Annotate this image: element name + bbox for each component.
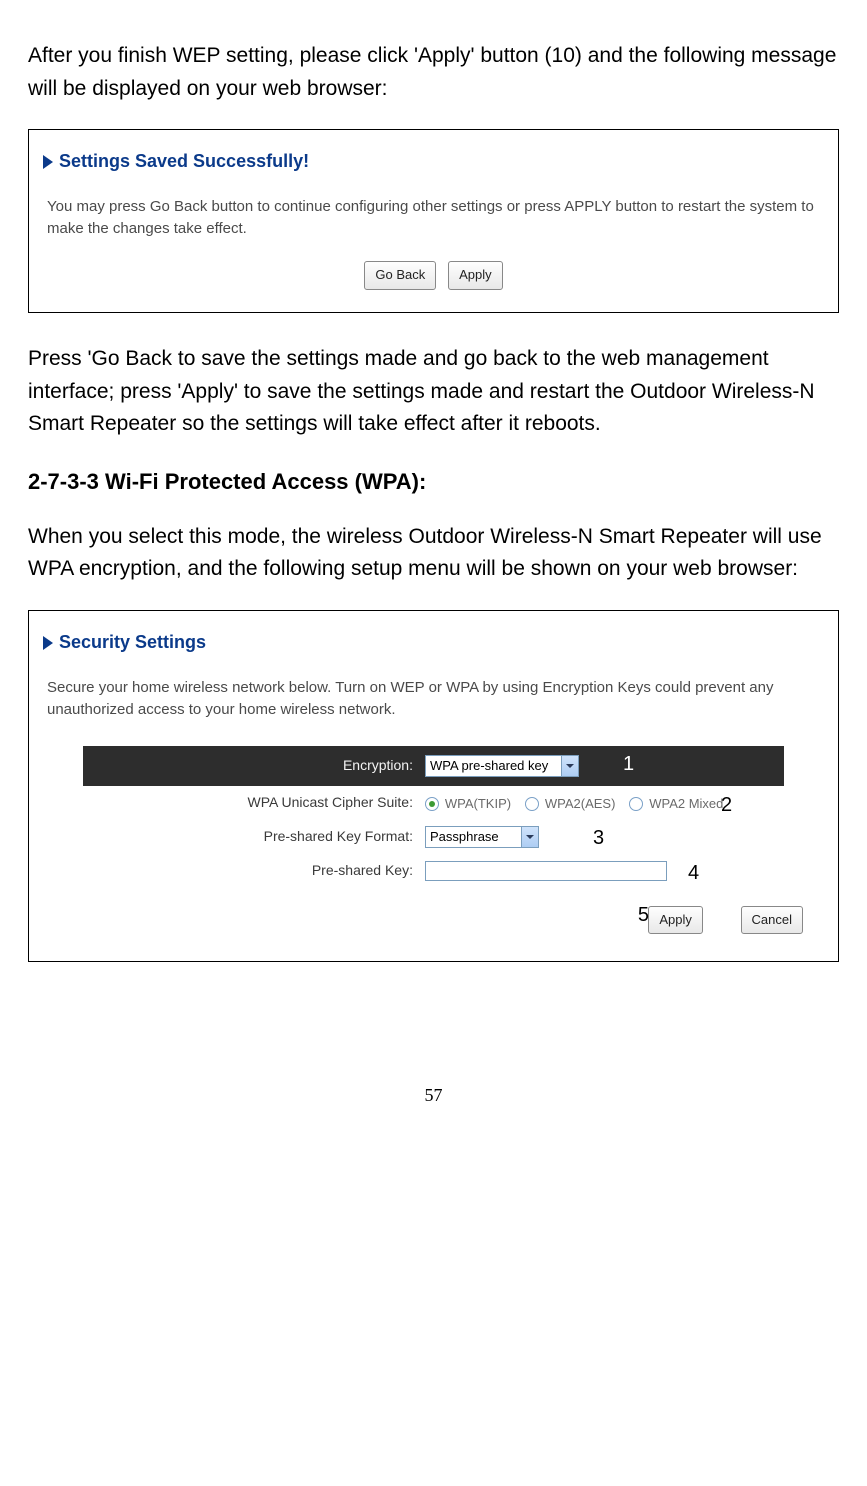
key-row: Pre-shared Key: 4 bbox=[83, 854, 784, 888]
encryption-row: Encryption: WPA pre-shared key 1 bbox=[83, 746, 784, 786]
callout-4: 4 bbox=[688, 858, 699, 889]
encryption-value: WPA pre-shared key bbox=[430, 756, 548, 776]
format-row: Pre-shared Key Format: Passphrase 3 bbox=[83, 820, 784, 854]
box2-text: Secure your home wireless network below.… bbox=[43, 677, 824, 721]
action-row: 5 Apply Cancel bbox=[43, 888, 824, 935]
radio-aes-label: WPA2(AES) bbox=[545, 796, 616, 811]
encryption-label: Encryption: bbox=[83, 755, 425, 777]
box1-title: Settings Saved Successfully! bbox=[59, 148, 309, 176]
key-label: Pre-shared Key: bbox=[83, 860, 425, 882]
p2: When you select this mode, the wireless … bbox=[28, 521, 839, 586]
radio-tkip[interactable] bbox=[425, 797, 439, 811]
callout-1: 1 bbox=[623, 749, 634, 780]
radio-aes[interactable] bbox=[525, 797, 539, 811]
page-number: 57 bbox=[28, 1082, 839, 1110]
box1-button-row: Go Back Apply bbox=[43, 257, 824, 290]
security-settings-box: Security Settings Secure your home wirel… bbox=[28, 610, 839, 962]
box1-header: Settings Saved Successfully! bbox=[43, 148, 824, 176]
cipher-options: WPA(TKIP) WPA2(AES) WPA2 Mixed bbox=[425, 792, 733, 814]
arrow-right-icon bbox=[43, 636, 53, 650]
apply-button[interactable]: Apply bbox=[448, 261, 503, 289]
radio-mixed[interactable] bbox=[629, 797, 643, 811]
callout-3: 3 bbox=[593, 823, 604, 854]
go-back-button[interactable]: Go Back bbox=[364, 261, 436, 289]
format-value: Passphrase bbox=[430, 827, 499, 847]
radio-mixed-label: WPA2 Mixed bbox=[649, 796, 723, 811]
chevron-down-icon bbox=[521, 827, 538, 847]
apply-button-2[interactable]: Apply bbox=[648, 906, 703, 934]
cipher-label: WPA Unicast Cipher Suite: bbox=[83, 792, 425, 814]
preshared-key-input[interactable] bbox=[425, 861, 667, 881]
encryption-select[interactable]: WPA pre-shared key bbox=[425, 755, 579, 777]
callout-2: 2 bbox=[721, 790, 732, 821]
mid-paragraph: Press 'Go Back to save the settings made… bbox=[28, 343, 839, 441]
format-select[interactable]: Passphrase bbox=[425, 826, 539, 848]
callout-5: 5 bbox=[638, 900, 649, 931]
cancel-button[interactable]: Cancel bbox=[741, 906, 803, 934]
radio-tkip-label: WPA(TKIP) bbox=[445, 796, 511, 811]
intro-paragraph: After you finish WEP setting, please cli… bbox=[28, 40, 839, 105]
box2-header: Security Settings bbox=[43, 629, 824, 657]
arrow-right-icon bbox=[43, 155, 53, 169]
box1-text: You may press Go Back button to continue… bbox=[43, 196, 824, 240]
cipher-row: WPA Unicast Cipher Suite: WPA(TKIP) WPA2… bbox=[83, 786, 784, 820]
section-heading: 2-7-3-3 Wi-Fi Protected Access (WPA): bbox=[28, 465, 839, 499]
box2-title: Security Settings bbox=[59, 629, 206, 657]
chevron-down-icon bbox=[561, 756, 578, 776]
format-label: Pre-shared Key Format: bbox=[83, 826, 425, 848]
settings-saved-box: Settings Saved Successfully! You may pre… bbox=[28, 129, 839, 313]
